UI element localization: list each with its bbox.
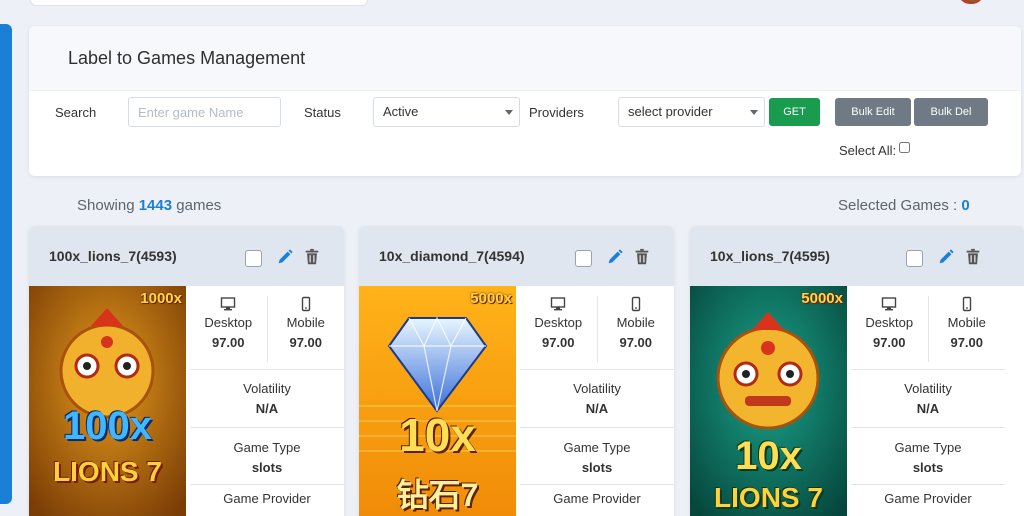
provider-select[interactable]: select provider <box>618 97 765 127</box>
game-stats: Desktop 97.00 Mobile 97.00 Volatility N/… <box>851 286 1005 516</box>
mobile-label: Mobile <box>286 315 325 330</box>
volatility-value: N/A <box>255 401 279 416</box>
desktop-value: 97.00 <box>541 335 575 350</box>
game-thumbnail[interactable]: 5000x 10x LIONS 7 <box>690 286 847 516</box>
card-header: 10x_lions_7(4595) <box>690 226 1024 286</box>
avatar[interactable] <box>958 0 984 4</box>
selected-count: 0 <box>961 197 970 214</box>
selected-label: Selected Games : <box>838 197 958 214</box>
chevron-down-icon <box>505 110 513 115</box>
desktop-label: Desktop <box>534 315 583 330</box>
select-all-checkbox[interactable] <box>899 142 911 153</box>
game-type-value: slots <box>581 460 613 475</box>
game-provider-label: Game Provider <box>223 491 311 506</box>
game-card: 100x_lions_7(4593) 1000x 100x LIONS 7 De… <box>29 226 344 516</box>
volatility-value: N/A <box>916 401 940 416</box>
volatility-label: Volatility <box>243 381 291 396</box>
multiplier-badge: 5000x <box>801 290 843 307</box>
mobile-label: Mobile <box>947 315 986 330</box>
multiplier-badge: 5000x <box>470 290 512 307</box>
desktop-label: Desktop <box>865 315 914 330</box>
top-search-strip <box>30 0 368 6</box>
game-provider-label: Game Provider <box>884 491 972 506</box>
game-art-title: 100x <box>63 404 152 448</box>
volatility-value: N/A <box>585 401 609 416</box>
status-select-value: Active <box>383 104 419 119</box>
game-thumbnail[interactable]: 5000x 10x 钻石7 <box>359 286 516 516</box>
game-type-label: Game Type <box>894 440 962 455</box>
mobile-value: 97.00 <box>950 335 984 350</box>
status-select[interactable]: Active <box>373 97 520 127</box>
game-thumbnail[interactable]: 1000x 100x LIONS 7 <box>29 286 186 516</box>
select-all-label: Select All: <box>839 143 897 158</box>
game-type-value: slots <box>251 460 283 475</box>
card-header: 10x_diamond_7(4594) <box>359 226 674 286</box>
showing-count: Showing 1443 games <box>77 197 221 214</box>
selected-games: Selected Games : 0 <box>838 197 970 214</box>
card-title: 10x_lions_7(4595) <box>710 248 830 264</box>
trash-icon[interactable] <box>964 248 982 266</box>
search-input[interactable] <box>128 97 281 127</box>
desktop-label: Desktop <box>204 315 253 330</box>
mobile-icon <box>268 296 345 312</box>
select-all: Select All: <box>839 142 911 158</box>
bulk-delete-button[interactable]: Bulk Del <box>914 98 988 126</box>
game-art-subtitle: LIONS 7 <box>714 482 823 513</box>
card-checkbox[interactable] <box>906 250 923 267</box>
game-art-title: 10x <box>399 409 476 461</box>
card-title: 10x_diamond_7(4594) <box>379 248 525 264</box>
desktop-value: 97.00 <box>211 335 245 350</box>
trash-icon[interactable] <box>303 248 321 266</box>
mobile-value: 97.00 <box>289 335 323 350</box>
mobile-value: 97.00 <box>619 335 653 350</box>
game-art-subtitle: 钻石7 <box>396 477 479 513</box>
game-type-label: Game Type <box>233 440 301 455</box>
game-provider-label: Game Provider <box>553 491 641 506</box>
pencil-icon[interactable] <box>276 248 294 266</box>
desktop-icon <box>851 296 928 312</box>
bulk-edit-button[interactable]: Bulk Edit <box>835 98 911 126</box>
mobile-icon <box>929 296 1006 312</box>
card-header: 100x_lions_7(4593) <box>29 226 344 286</box>
game-card: 10x_diamond_7(4594) 5000x 10x 钻石7 Deskto… <box>359 226 674 516</box>
game-stats: Desktop 97.00 Mobile 97.00 Volatility N/… <box>190 286 344 516</box>
mobile-icon <box>598 296 675 312</box>
desktop-icon <box>190 296 267 312</box>
page-title: Label to Games Management <box>68 48 306 68</box>
game-type-value: slots <box>912 460 944 475</box>
pencil-icon[interactable] <box>937 248 955 266</box>
game-art-title: 10x <box>735 434 802 478</box>
mobile-label: Mobile <box>616 315 655 330</box>
get-button[interactable]: GET <box>769 98 820 126</box>
trash-icon[interactable] <box>633 248 651 266</box>
search-label: Search <box>55 105 97 120</box>
pencil-icon[interactable] <box>606 248 624 266</box>
desktop-value: 97.00 <box>872 335 906 350</box>
providers-label: Providers <box>529 105 584 120</box>
card-checkbox[interactable] <box>245 250 262 267</box>
status-label: Status <box>304 105 341 120</box>
game-card: 10x_lions_7(4595) 5000x 10x LIONS 7 Desk… <box>690 226 1024 516</box>
desktop-icon <box>520 296 597 312</box>
game-art-subtitle: LIONS 7 <box>53 456 162 487</box>
games-count: 1443 <box>138 197 173 214</box>
game-stats: Desktop 97.00 Mobile 97.00 Volatility N/… <box>520 286 674 516</box>
filter-panel: Label to Games Management Search Status … <box>29 26 1021 176</box>
card-checkbox[interactable] <box>575 250 592 267</box>
volatility-label: Volatility <box>904 381 952 396</box>
game-type-label: Game Type <box>563 440 631 455</box>
sidebar-rail <box>0 24 12 504</box>
card-title: 100x_lions_7(4593) <box>49 248 177 264</box>
volatility-label: Volatility <box>573 381 621 396</box>
showing-prefix: Showing <box>77 197 135 214</box>
provider-select-value: select provider <box>628 104 713 119</box>
chevron-down-icon <box>750 110 758 115</box>
multiplier-badge: 1000x <box>140 290 182 307</box>
showing-suffix: games <box>176 197 222 214</box>
